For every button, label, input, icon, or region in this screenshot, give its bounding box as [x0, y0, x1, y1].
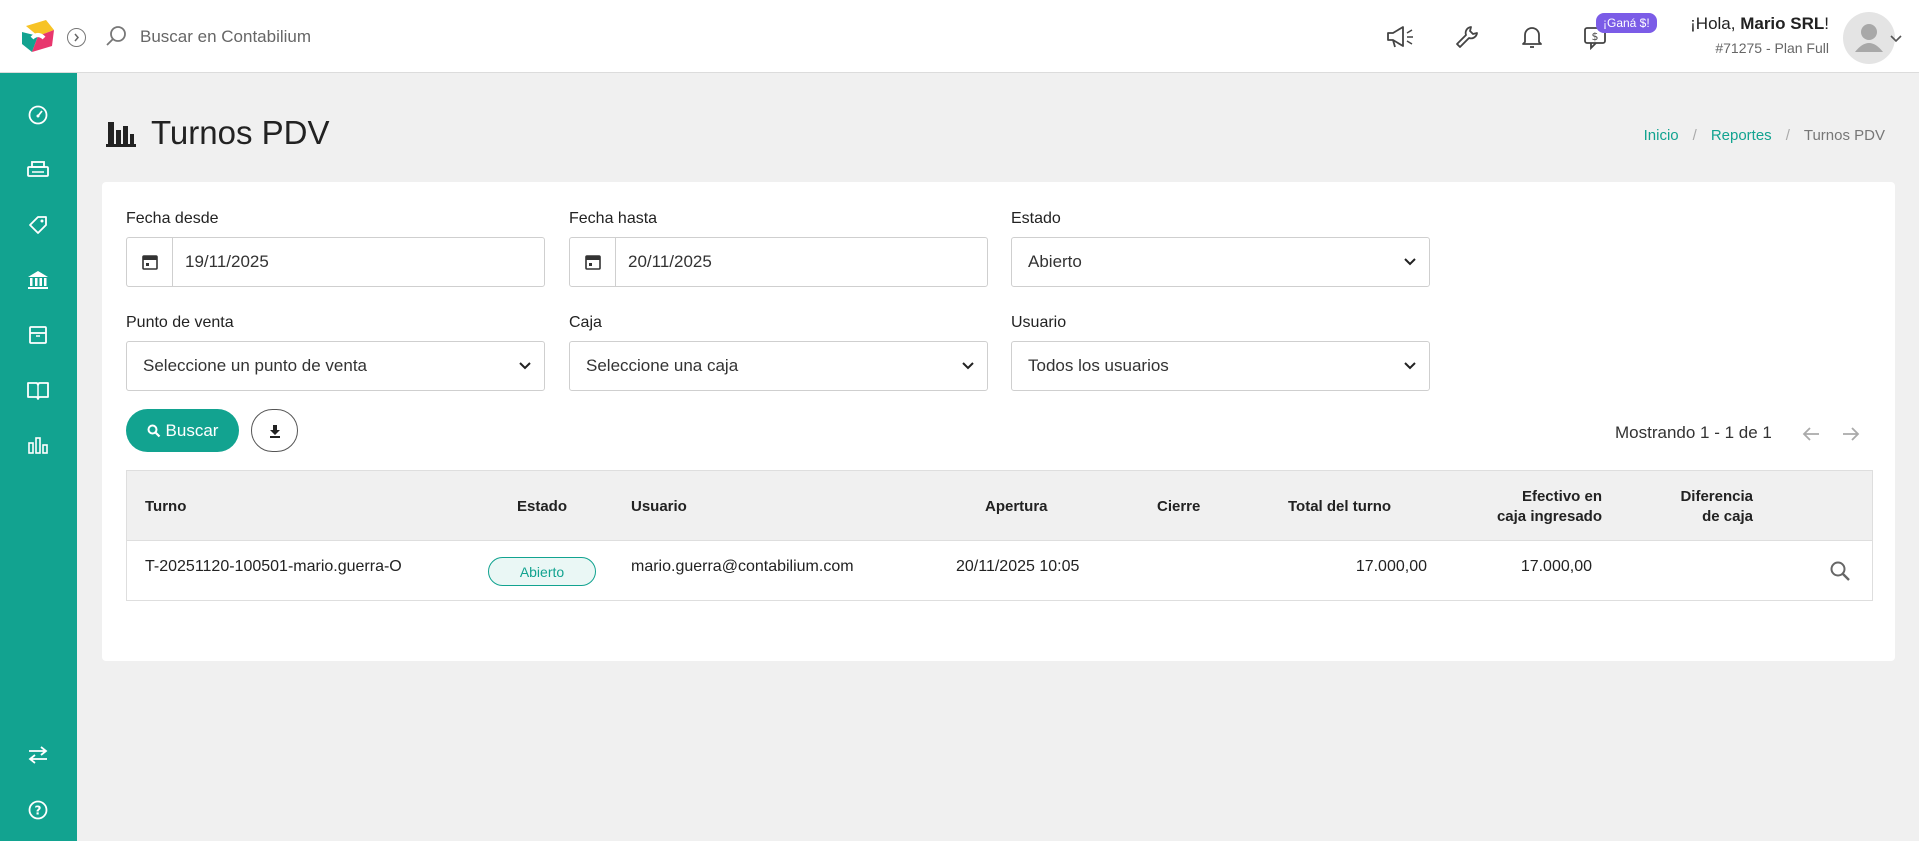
- greeting-suffix: !: [1824, 14, 1829, 33]
- fecha-hasta-field[interactable]: 20/11/2025: [569, 237, 988, 287]
- calendar-icon[interactable]: [127, 238, 173, 286]
- cell-efectivo: 17.000,00: [1520, 558, 1592, 575]
- column-header-efectivo-line2: caja ingresado: [1496, 508, 1602, 525]
- turnos-table: Turno Estado Usuario Apertura Cierre Tot…: [126, 470, 1873, 601]
- breadcrumb: Inicio / Reportes / Turnos PDV: [1644, 127, 1885, 144]
- dashboard-icon[interactable]: [24, 101, 52, 129]
- book-icon[interactable]: [24, 376, 52, 404]
- breadcrumb-home[interactable]: Inicio: [1644, 127, 1679, 144]
- usuario-label: Usuario: [1011, 314, 1067, 331]
- svg-text:$: $: [1592, 30, 1599, 43]
- pagination-info: Mostrando 1 - 1 de 1: [1615, 423, 1772, 442]
- column-header-cierre[interactable]: Cierre: [1157, 497, 1200, 517]
- fecha-desde-label: Fecha desde: [126, 210, 219, 227]
- breadcrumb-current: Turnos PDV: [1803, 127, 1885, 144]
- column-header-estado[interactable]: Estado: [517, 497, 567, 517]
- punto-venta-value: Seleccione un punto de venta: [143, 356, 368, 375]
- printer-icon[interactable]: [24, 156, 52, 184]
- megaphone-icon[interactable]: [1385, 22, 1415, 52]
- prev-page-arrow-icon[interactable]: [1799, 422, 1823, 446]
- calendar-icon[interactable]: [570, 238, 616, 286]
- greeting-prefix: ¡Hola,: [1690, 14, 1741, 33]
- fecha-desde-value: 19/11/2025: [185, 252, 269, 271]
- caja-label: Caja: [569, 314, 602, 331]
- cell-usuario: mario.guerra@contabilium.com: [631, 558, 854, 575]
- estado-select[interactable]: Abierto: [1011, 237, 1430, 287]
- usuario-value: Todos los usuarios: [1028, 356, 1169, 375]
- page-title: Turnos PDV: [151, 114, 330, 151]
- sidebar: ?: [0, 73, 77, 841]
- punto-venta-select[interactable]: Seleccione un punto de venta: [126, 341, 545, 391]
- download-button[interactable]: [251, 409, 298, 452]
- bar-chart-icon[interactable]: [24, 431, 52, 459]
- next-page-arrow-icon[interactable]: [1839, 422, 1863, 446]
- column-header-efectivo-line1: Efectivo en: [1521, 488, 1602, 505]
- breadcrumb-reports[interactable]: Reportes: [1711, 127, 1772, 144]
- avatar[interactable]: [1843, 12, 1895, 64]
- app-logo[interactable]: [18, 16, 58, 56]
- table-header: Turno Estado Usuario Apertura Cierre Tot…: [127, 471, 1872, 541]
- bell-icon[interactable]: [1517, 22, 1547, 52]
- usuario-select[interactable]: Todos los usuarios: [1011, 341, 1430, 391]
- user-icon: [1855, 24, 1883, 52]
- sidebar-toggle-button[interactable]: [67, 28, 86, 47]
- top-bar: $ ¡Ganá $! ¡Hola, Mario SRL! #71275 - Pl…: [0, 0, 1919, 73]
- status-badge: Abierto: [488, 557, 596, 586]
- bank-icon[interactable]: [24, 266, 52, 294]
- punto-venta-label: Punto de venta: [126, 314, 234, 331]
- column-header-efectivo[interactable]: Efectivo en caja ingresado: [1417, 487, 1602, 527]
- column-header-diferencia-line2: de caja: [1702, 508, 1753, 525]
- chevron-down-icon[interactable]: [1890, 30, 1902, 46]
- plan-info: #71275 - Plan Full: [1715, 40, 1829, 56]
- download-icon: [269, 424, 280, 438]
- search-input[interactable]: [140, 22, 640, 52]
- search-icon: [147, 424, 160, 437]
- column-header-turno[interactable]: Turno: [145, 497, 186, 517]
- promo-badge[interactable]: ¡Ganá $!: [1596, 13, 1657, 33]
- chevron-down-icon: [519, 362, 531, 370]
- cell-apertura: 20/11/2025 10:05: [956, 558, 1080, 575]
- estado-value: Abierto: [1028, 252, 1082, 271]
- view-detail-search-icon[interactable]: [1828, 559, 1852, 583]
- breadcrumb-separator: /: [1785, 127, 1790, 144]
- user-name: Mario SRL: [1740, 14, 1825, 33]
- report-chart-icon: [106, 122, 136, 147]
- box-icon[interactable]: [24, 321, 52, 349]
- fecha-hasta-value: 20/11/2025: [628, 252, 712, 271]
- help-icon[interactable]: ?: [24, 796, 52, 824]
- transfer-icon[interactable]: [24, 741, 52, 769]
- chevron-down-icon: [1404, 258, 1416, 266]
- column-header-total[interactable]: Total del turno: [1288, 497, 1391, 517]
- search-icon: [106, 26, 126, 46]
- search-button[interactable]: Buscar: [126, 409, 239, 452]
- user-greeting[interactable]: ¡Hola, Mario SRL! #71275 - Plan Full: [1690, 14, 1829, 56]
- tag-icon[interactable]: [24, 211, 52, 239]
- svg-text:?: ?: [35, 804, 42, 818]
- cell-turno: T-20251120-100501-mario.guerra-O: [145, 558, 402, 575]
- wrench-icon[interactable]: [1452, 22, 1482, 52]
- search-button-label: Buscar: [165, 420, 219, 440]
- chevron-down-icon: [1404, 362, 1416, 370]
- chevron-down-icon: [962, 362, 974, 370]
- caja-value: Seleccione una caja: [586, 356, 739, 375]
- column-header-apertura[interactable]: Apertura: [985, 497, 1048, 517]
- chevron-right-icon: [74, 33, 79, 42]
- breadcrumb-separator: /: [1692, 127, 1697, 144]
- estado-label: Estado: [1011, 210, 1061, 227]
- column-header-usuario[interactable]: Usuario: [631, 497, 687, 517]
- cell-total: 17.000,00: [1355, 558, 1427, 575]
- caja-select[interactable]: Seleccione una caja: [569, 341, 988, 391]
- fecha-hasta-label: Fecha hasta: [569, 210, 658, 227]
- column-header-diferencia-line1: Diferencia: [1680, 488, 1753, 505]
- column-header-diferencia[interactable]: Diferencia de caja: [1603, 487, 1753, 527]
- fecha-desde-field[interactable]: 19/11/2025: [126, 237, 545, 287]
